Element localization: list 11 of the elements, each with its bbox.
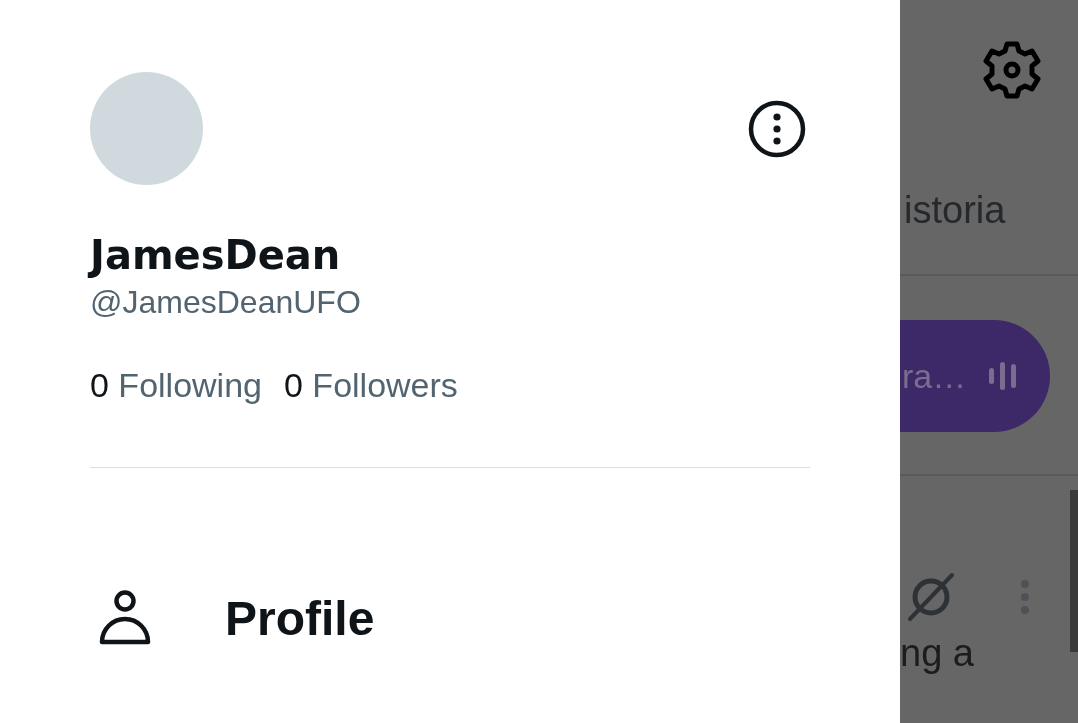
stat-link[interactable]: 0 Following	[90, 366, 262, 405]
slashed-circle-icon	[905, 572, 957, 622]
stat-link[interactable]: 0 Followers	[284, 366, 458, 405]
scrollbar[interactable]	[1070, 490, 1078, 652]
settings-icon[interactable]	[982, 40, 1042, 100]
user-handle: @JamesDeanUFO	[90, 283, 362, 322]
audio-bars-icon	[988, 362, 1019, 390]
post-text: ng a	[900, 632, 975, 675]
menu-item[interactable]: Profile	[90, 590, 810, 646]
person-icon	[98, 590, 152, 646]
more-icon[interactable]	[748, 100, 806, 158]
